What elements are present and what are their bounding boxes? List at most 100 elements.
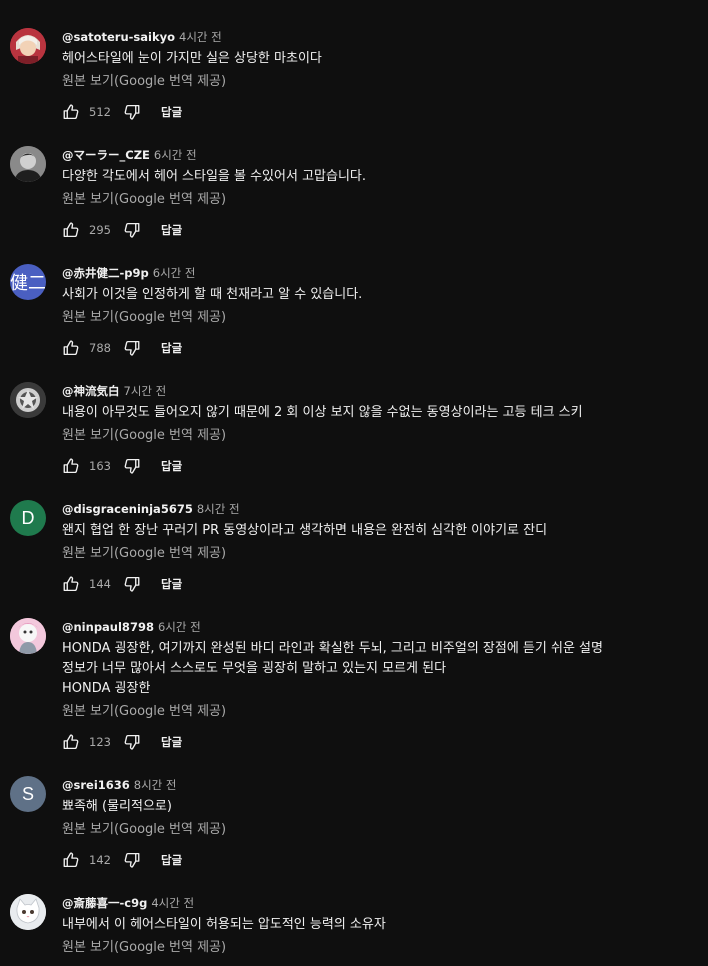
view-original-link[interactable]: 원본 보기(Google 번역 제공) xyxy=(62,426,700,446)
comment-body: @satoteru-saikyo 4시간 전헤어스타일에 눈이 가지만 실은 상당… xyxy=(62,28,700,122)
comment-timestamp[interactable]: 7시간 전 xyxy=(124,384,167,398)
view-original-link[interactable]: 원본 보기(Google 번역 제공) xyxy=(62,702,700,722)
like-count: 163 xyxy=(89,459,111,473)
comment-text-line: 다양한 각도에서 헤어 스타일을 볼 수있어서 고맙습니다. xyxy=(62,169,367,184)
white-cat-avatar xyxy=(10,894,46,930)
reply-button[interactable]: 답글 xyxy=(161,340,182,356)
comment-author[interactable]: @マーラー_CZE xyxy=(62,148,150,162)
thumbs-up-icon xyxy=(62,575,80,593)
reply-button[interactable]: 답글 xyxy=(161,576,182,592)
like-count: 144 xyxy=(89,577,111,591)
like-count: 123 xyxy=(89,735,111,749)
reply-button[interactable]: 답글 xyxy=(161,104,182,120)
comment-timestamp[interactable]: 8시간 전 xyxy=(134,778,177,792)
comment-body: @マーラー_CZE 6시간 전다양한 각도에서 헤어 스타일을 볼 수있어서 고맙… xyxy=(62,146,700,240)
dislike-button[interactable] xyxy=(123,575,141,593)
like-button[interactable] xyxy=(62,851,80,869)
comment-timestamp[interactable]: 4시간 전 xyxy=(179,30,222,44)
comment-author[interactable]: @disgraceninja5675 xyxy=(62,502,193,516)
comment-header: @斎藤喜一-c9g 4시간 전 xyxy=(62,894,700,910)
view-original-link[interactable]: 원본 보기(Google 번역 제공) xyxy=(62,938,700,958)
avatar[interactable] xyxy=(10,382,46,418)
view-original-link[interactable]: 원본 보기(Google 번역 제공) xyxy=(62,190,700,210)
comment-timestamp[interactable]: 8시간 전 xyxy=(197,502,240,516)
avatar[interactable] xyxy=(10,618,46,654)
view-original-link[interactable]: 원본 보기(Google 번역 제공) xyxy=(62,308,700,328)
comment-text: 헤어스타일에 눈이 가지만 실은 상당한 마초이다 xyxy=(62,49,700,69)
avatar[interactable]: S xyxy=(10,776,46,812)
avatar[interactable] xyxy=(10,894,46,930)
emblem-avatar xyxy=(10,382,46,418)
comment-timestamp[interactable]: 4시간 전 xyxy=(151,896,194,910)
comment-actions: 163 답글 xyxy=(62,456,700,476)
dislike-button[interactable] xyxy=(123,339,141,357)
comment-body: @disgraceninja5675 8시간 전왠지 협업 한 장난 꾸러기 PR… xyxy=(62,500,700,594)
reply-button[interactable]: 답글 xyxy=(161,852,182,868)
comment-header: @マーラー_CZE 6시간 전 xyxy=(62,146,700,162)
comment-timestamp[interactable]: 6시간 전 xyxy=(154,148,197,162)
comment-actions: 512 답글 xyxy=(62,102,700,122)
dislike-button[interactable] xyxy=(123,733,141,751)
avatar[interactable] xyxy=(10,146,46,182)
comment-author[interactable]: @斎藤喜一-c9g xyxy=(62,896,147,910)
thumbs-down-icon xyxy=(123,575,141,593)
thumbs-down-icon xyxy=(123,457,141,475)
comment-author[interactable]: @ninpaul8798 xyxy=(62,620,154,634)
comment-author[interactable]: @神流気白 xyxy=(62,384,120,398)
comment-text-line: 뾰족해 (물리적으로) xyxy=(62,799,172,814)
comment-text-line: HONDA 굉장한 xyxy=(62,681,151,696)
reply-button[interactable]: 답글 xyxy=(161,222,182,238)
like-button[interactable] xyxy=(62,457,80,475)
view-original-link[interactable]: 원본 보기(Google 번역 제공) xyxy=(62,544,700,564)
avatar[interactable]: D xyxy=(10,500,46,536)
comment-timestamp[interactable]: 6시간 전 xyxy=(158,620,201,634)
comment-text: 내용이 아무것도 들어오지 않기 때문에 2 회 이상 보지 않을 수없는 동영… xyxy=(62,403,700,423)
comment-actions: 123 답글 xyxy=(62,732,700,752)
comment-author[interactable]: @srei1636 xyxy=(62,778,130,792)
comment-text-line: 왠지 협업 한 장난 꾸러기 PR 동영상이라고 생각하면 내용은 완전히 심각… xyxy=(62,523,548,538)
thumbs-down-icon xyxy=(123,851,141,869)
dislike-button[interactable] xyxy=(123,457,141,475)
comment-author[interactable]: @赤井健二-p9p xyxy=(62,266,149,280)
comments-list: @satoteru-saikyo 4시간 전 헤어스타일에 눈이 가지만 실은 상당… xyxy=(0,0,708,966)
dislike-button[interactable] xyxy=(123,103,141,121)
reply-button[interactable]: 답글 xyxy=(161,458,182,474)
comment-body: @ninpaul8798 6시간 전 HONDA 굉장한, 여기까지 완성된 바디 … xyxy=(62,618,700,752)
view-original-link[interactable]: 원본 보기(Google 번역 제공) xyxy=(62,72,700,92)
comment-body: @srei1636 8시간 전뾰족해 (물리적으로) 원본 보기(Google 번역… xyxy=(62,776,700,870)
like-button[interactable] xyxy=(62,575,80,593)
dislike-button[interactable] xyxy=(123,851,141,869)
comment-body: @神流気白 7시간 전내용이 아무것도 들어오지 않기 때문에 2 회 이상 보지… xyxy=(62,382,700,476)
avatar[interactable]: 健二 xyxy=(10,264,46,300)
comment-text-line: 내용이 아무것도 들어오지 않기 때문에 2 회 이상 보지 않을 수없는 동영… xyxy=(62,405,583,420)
dislike-button[interactable] xyxy=(123,221,141,239)
thumbs-up-icon xyxy=(62,851,80,869)
avatar-letter: S xyxy=(21,783,34,804)
like-count: 295 xyxy=(89,223,111,237)
like-button[interactable] xyxy=(62,221,80,239)
avatar[interactable] xyxy=(10,28,46,64)
comment-author[interactable]: @satoteru-saikyo xyxy=(62,30,175,44)
like-button[interactable] xyxy=(62,733,80,751)
view-original-link[interactable]: 원본 보기(Google 번역 제공) xyxy=(62,820,700,840)
comment-actions: 295 답글 xyxy=(62,220,700,240)
comment-timestamp[interactable]: 6시간 전 xyxy=(153,266,196,280)
comment-text: HONDA 굉장한, 여기까지 완성된 바디 라인과 확실한 두뇌, 그리고 비… xyxy=(62,639,700,699)
reply-button[interactable]: 답글 xyxy=(161,734,182,750)
portrait-photo-avatar xyxy=(10,146,46,182)
anime-character-avatar xyxy=(10,28,46,64)
comment-header: @神流気白 7시간 전 xyxy=(62,382,700,398)
thumbs-down-icon xyxy=(123,339,141,357)
like-button[interactable] xyxy=(62,103,80,121)
like-button[interactable] xyxy=(62,339,80,357)
comment-header: @satoteru-saikyo 4시간 전 xyxy=(62,28,700,44)
comment-actions: 788 답글 xyxy=(62,338,700,358)
comment-text: 왠지 협업 한 장난 꾸러기 PR 동영상이라고 생각하면 내용은 완전히 심각… xyxy=(62,521,700,541)
thumbs-down-icon xyxy=(123,733,141,751)
pink-character-avatar xyxy=(10,618,46,654)
thumbs-up-icon xyxy=(62,339,80,357)
thumbs-up-icon xyxy=(62,221,80,239)
avatar-letter: D xyxy=(21,507,35,528)
comment-actions: 142 답글 xyxy=(62,850,700,870)
comment-text: 내부에서 이 헤어스타일이 허용되는 압도적인 능력의 소유자 xyxy=(62,915,700,935)
